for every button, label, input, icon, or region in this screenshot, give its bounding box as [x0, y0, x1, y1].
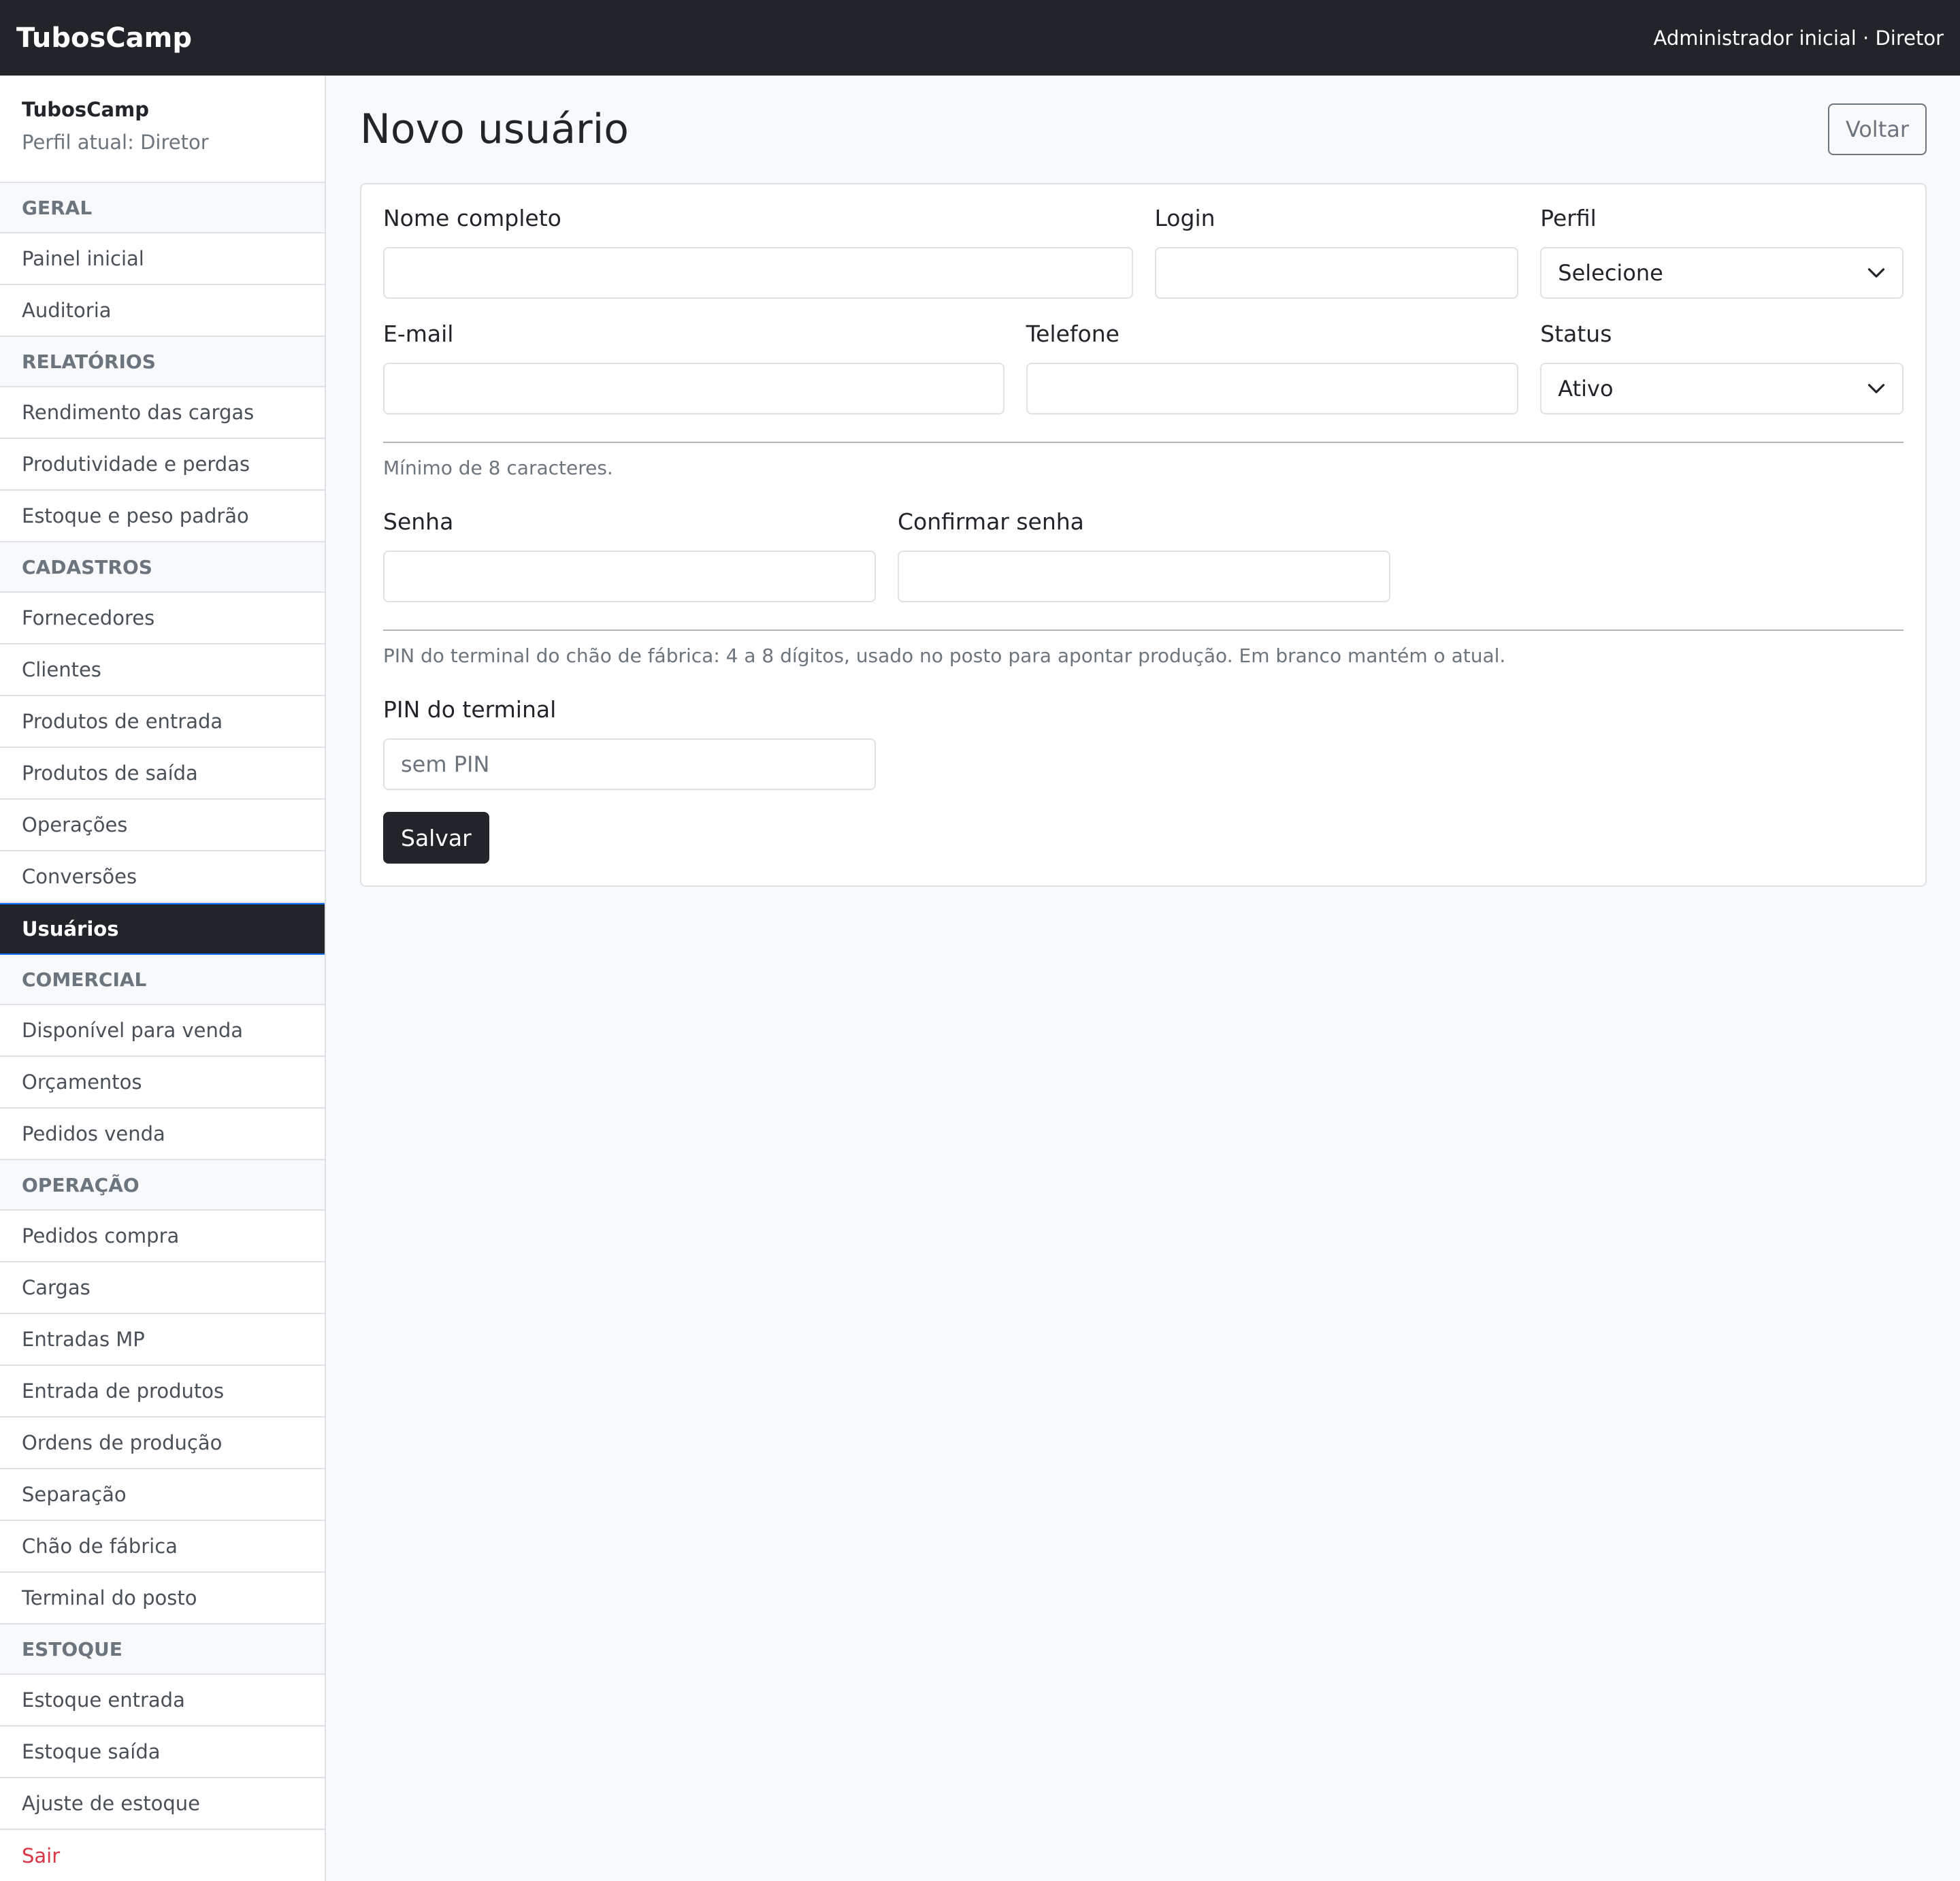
nav-section-comercial: COMERCIAL: [0, 955, 325, 1005]
pin-label: PIN do terminal: [383, 696, 557, 723]
sidebar: TubosCamp Perfil atual: Diretor GERAL Pa…: [0, 76, 326, 1881]
nav-section-estoque: ESTOQUE: [0, 1624, 325, 1675]
senha-field: Senha: [383, 508, 876, 602]
user-form-card: Nome completo Login Perfil Selecione E-m…: [360, 183, 1927, 887]
sidebar-item-estoque-entrada[interactable]: Estoque entrada: [0, 1675, 325, 1727]
senha-hint: Mínimo de 8 caracteres.: [383, 457, 613, 479]
sidebar-item-auditoria[interactable]: Auditoria: [0, 285, 325, 337]
form-row-identity: Nome completo Login Perfil Selecione: [383, 205, 1904, 299]
brand-logo-text[interactable]: TubosCamp: [16, 22, 192, 54]
perfil-label: Perfil: [1540, 205, 1597, 231]
sidebar-item-pedidos-venda[interactable]: Pedidos venda: [0, 1109, 325, 1160]
sidebar-item-ajuste-estoque[interactable]: Ajuste de estoque: [0, 1778, 325, 1830]
sidebar-item-estoque-peso-padrao[interactable]: Estoque e peso padrão: [0, 491, 325, 542]
sidebar-item-operacoes[interactable]: Operações: [0, 800, 325, 851]
sidebar-item-usuarios[interactable]: Usuários: [0, 903, 325, 955]
sidebar-item-clientes[interactable]: Clientes: [0, 644, 325, 696]
confirmar-senha-input[interactable]: [898, 551, 1390, 602]
nome-input[interactable]: [383, 247, 1133, 299]
sidebar-item-sair[interactable]: Sair: [0, 1830, 325, 1881]
status-selected-value: Ativo: [1558, 376, 1614, 402]
status-label: Status: [1540, 321, 1612, 347]
form-row-password: Senha Confirmar senha: [383, 508, 1904, 602]
pin-field: PIN do terminal: [383, 696, 876, 790]
nav-section-cadastros: CADASTROS: [0, 542, 325, 593]
chevron-down-icon: [1867, 268, 1885, 278]
status-select[interactable]: Ativo: [1540, 363, 1904, 414]
sidebar-item-painel-inicial[interactable]: Painel inicial: [0, 233, 325, 285]
confirmar-senha-label: Confirmar senha: [898, 508, 1084, 535]
sidebar-app-name: TubosCamp: [22, 98, 150, 121]
top-navbar: TubosCamp Administrador inicial · Direto…: [0, 0, 1960, 76]
sidebar-item-entrada-produtos[interactable]: Entrada de produtos: [0, 1366, 325, 1418]
sidebar-item-fornecedores[interactable]: Fornecedores: [0, 593, 325, 644]
sidebar-item-entradas-mp[interactable]: Entradas MP: [0, 1314, 325, 1366]
confirmar-senha-field: Confirmar senha: [898, 508, 1390, 602]
sidebar-item-rendimento-cargas[interactable]: Rendimento das cargas: [0, 387, 325, 439]
save-button[interactable]: Salvar: [383, 812, 489, 864]
sidebar-profile-label: Perfil atual: Diretor: [22, 130, 209, 154]
nome-field: Nome completo: [383, 205, 1133, 299]
pin-hint: PIN do terminal do chão de fábrica: 4 a …: [383, 644, 1506, 667]
sidebar-item-produtos-entrada[interactable]: Produtos de entrada: [0, 696, 325, 748]
perfil-selected-value: Selecione: [1558, 260, 1663, 286]
sidebar-item-chao-fabrica[interactable]: Chão de fábrica: [0, 1521, 325, 1573]
sidebar-item-disponivel-venda[interactable]: Disponível para venda: [0, 1005, 325, 1057]
nome-label: Nome completo: [383, 205, 561, 231]
perfil-select[interactable]: Selecione: [1540, 247, 1904, 299]
perfil-field: Perfil Selecione: [1540, 205, 1904, 299]
telefone-field: Telefone: [1026, 321, 1519, 414]
sidebar-item-pedidos-compra[interactable]: Pedidos compra: [0, 1211, 325, 1262]
sidebar-item-conversoes[interactable]: Conversões: [0, 851, 325, 903]
telefone-label: Telefone: [1026, 321, 1120, 347]
senha-input[interactable]: [383, 551, 876, 602]
section-divider: [383, 442, 1904, 443]
telefone-input[interactable]: [1026, 363, 1519, 414]
sidebar-item-terminal-posto[interactable]: Terminal do posto: [0, 1573, 325, 1624]
sidebar-header: TubosCamp Perfil atual: Diretor: [0, 76, 325, 183]
nav-section-relatorios: RELATÓRIOS: [0, 337, 325, 387]
email-label: E-mail: [383, 321, 454, 347]
sidebar-item-produtos-saida[interactable]: Produtos de saída: [0, 748, 325, 800]
form-row-contact: E-mail Telefone Status Ativo: [383, 321, 1904, 414]
sidebar-item-estoque-saida[interactable]: Estoque saída: [0, 1727, 325, 1778]
current-user-label: Administrador inicial · Diretor: [1653, 26, 1944, 50]
section-divider: [383, 629, 1904, 631]
sidebar-item-ordens-producao[interactable]: Ordens de produção: [0, 1418, 325, 1469]
nav-section-geral: GERAL: [0, 183, 325, 233]
email-input[interactable]: [383, 363, 1004, 414]
status-field: Status Ativo: [1540, 321, 1904, 414]
sidebar-item-orcamentos[interactable]: Orçamentos: [0, 1057, 325, 1109]
login-label: Login: [1154, 205, 1215, 231]
page-title: Novo usuário: [360, 105, 630, 153]
page-header: Novo usuário Voltar: [360, 76, 1927, 183]
email-field: E-mail: [383, 321, 1004, 414]
chevron-down-icon: [1867, 384, 1885, 393]
sidebar-item-separacao[interactable]: Separação: [0, 1469, 325, 1521]
main-content: Novo usuário Voltar Nome completo Login …: [360, 76, 1927, 887]
back-button[interactable]: Voltar: [1827, 103, 1927, 155]
login-input[interactable]: [1154, 247, 1519, 299]
nav-section-operacao: OPERAÇÃO: [0, 1160, 325, 1211]
senha-label: Senha: [383, 508, 454, 535]
form-row-pin: PIN do terminal: [383, 696, 1904, 790]
pin-input[interactable]: [383, 738, 876, 790]
sidebar-item-cargas[interactable]: Cargas: [0, 1262, 325, 1314]
login-field: Login: [1154, 205, 1519, 299]
sidebar-item-produtividade-perdas[interactable]: Produtividade e perdas: [0, 439, 325, 491]
